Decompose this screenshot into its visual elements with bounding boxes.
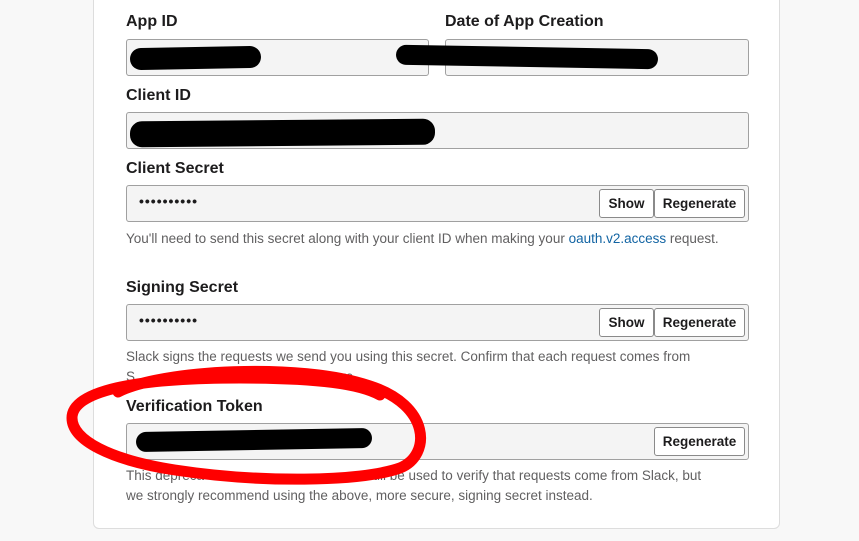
verification-token-regenerate-button[interactable]: Regenerate <box>654 427 745 456</box>
client-id-label: Client ID <box>126 87 191 104</box>
signing-secret-show-button[interactable]: Show <box>599 308 654 337</box>
client-secret-masked-value: •••••••••• <box>139 193 199 209</box>
verification-token-help-line-2: we strongly recommend using the above, m… <box>126 488 593 503</box>
client-secret-help-before: You'll need to send this secret along wi… <box>126 231 569 246</box>
client-secret-label: Client Secret <box>126 160 224 177</box>
client-secret-help-after: request. <box>666 231 719 246</box>
verification-token-redaction <box>135 427 373 453</box>
signing-secret-help-line-2: S ture. <box>126 369 358 384</box>
verification-token-help-end: can still be used to verify that request… <box>341 468 702 483</box>
client-secret-regenerate-button[interactable]: Regenerate <box>654 189 745 218</box>
app-id-redaction <box>129 45 262 71</box>
signing-secret-regenerate-button[interactable]: Regenerate <box>654 308 745 337</box>
app-id-label: App ID <box>126 13 178 30</box>
oauth-access-link[interactable]: oauth.v2.access <box>569 231 667 246</box>
client-secret-show-button[interactable]: Show <box>599 189 654 218</box>
date-created-label: Date of App Creation <box>445 13 604 30</box>
signing-secret-label: Signing Secret <box>126 279 239 296</box>
signing-secret-masked-value: •••••••••• <box>139 312 199 328</box>
verification-token-help-start: This depreca <box>126 468 205 483</box>
signing-secret-help-line-1: Slack signs the requests we send you usi… <box>126 349 691 364</box>
client-id-redaction <box>129 118 436 148</box>
verification-token-label: Verification Token <box>126 398 263 415</box>
client-secret-help-text: You'll need to send this secret along wi… <box>126 229 726 249</box>
